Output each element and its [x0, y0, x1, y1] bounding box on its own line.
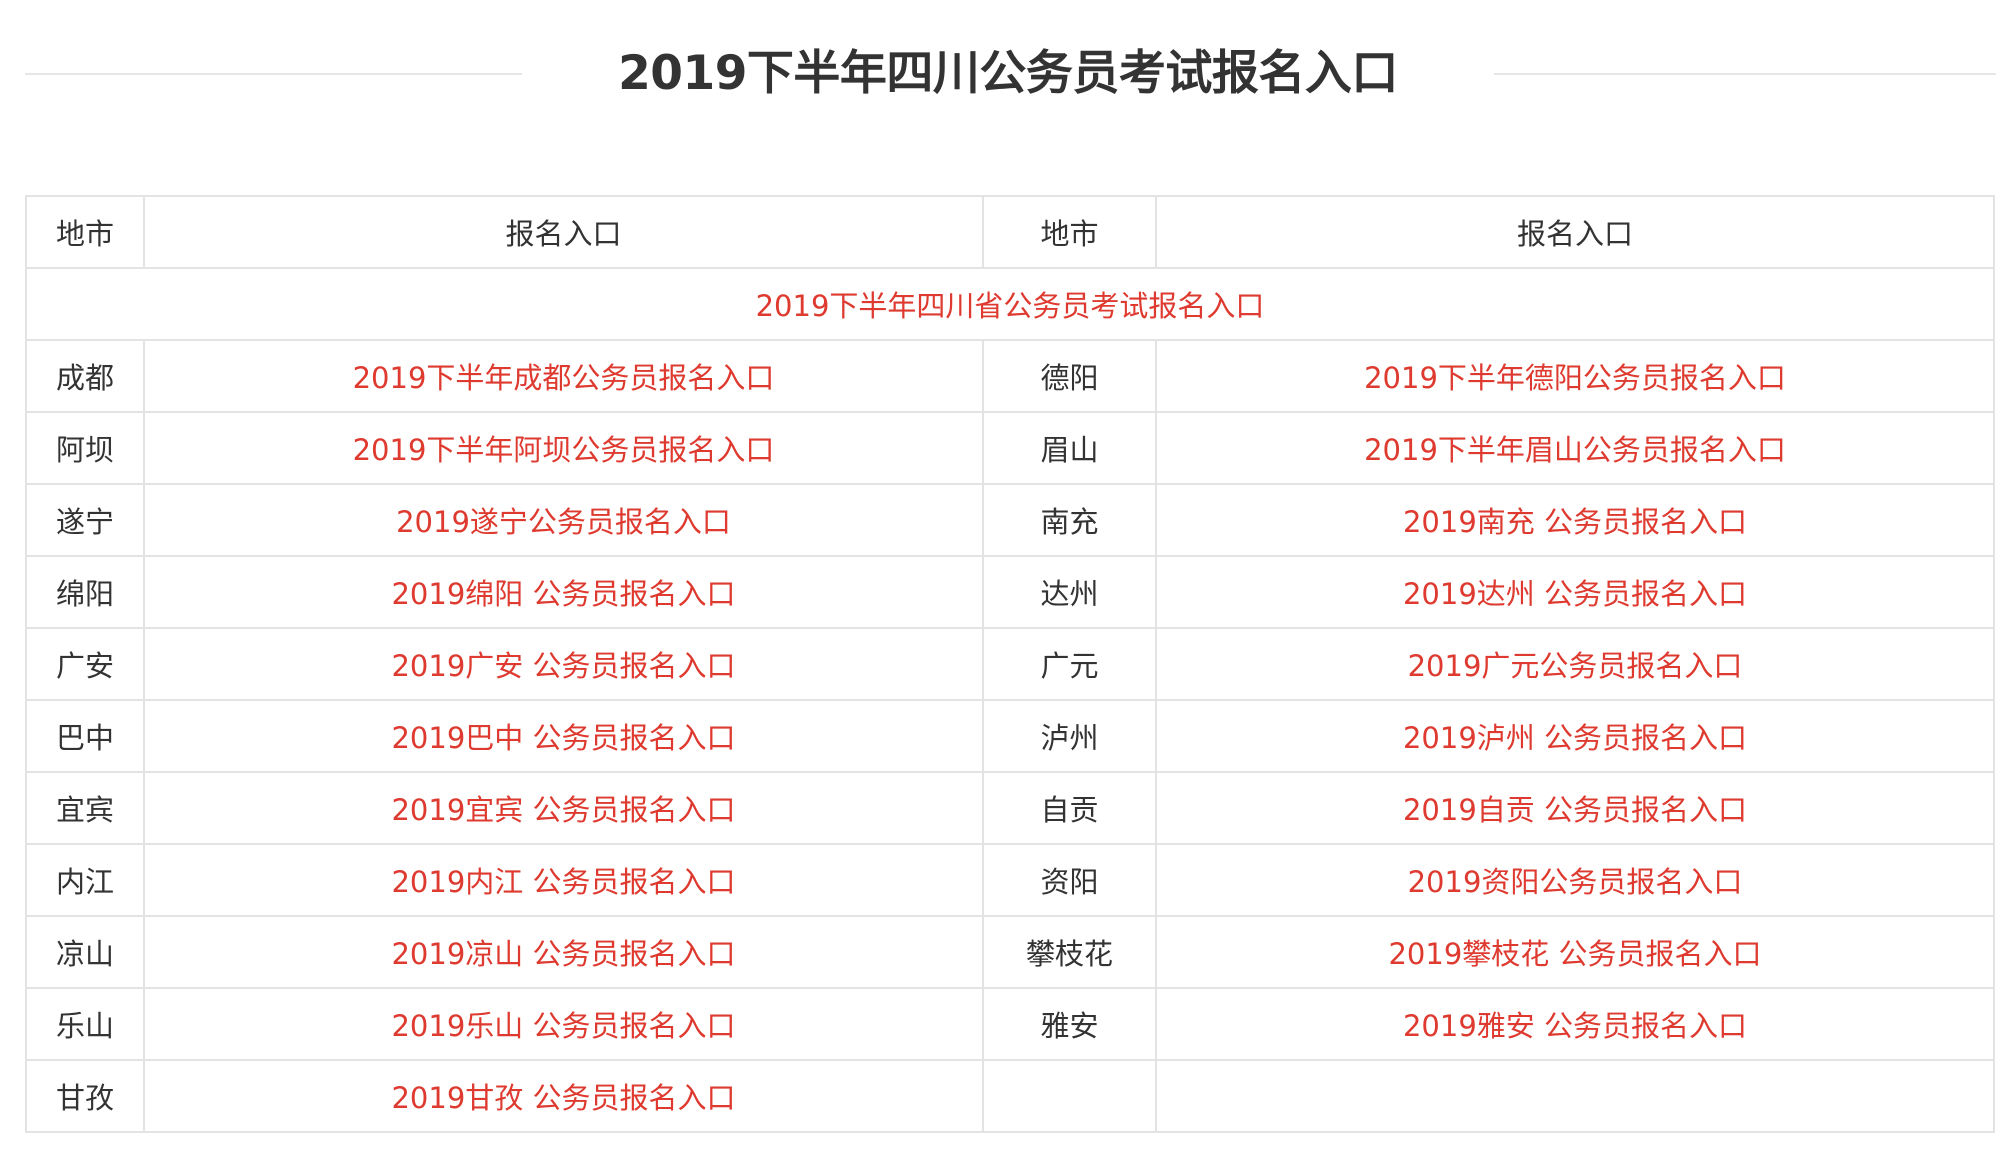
- entry-link[interactable]: 2019自贡 公务员报名入口: [1403, 793, 1747, 827]
- entry-cell: 2019自贡 公务员报名入口: [1155, 771, 1995, 845]
- city-cell: 绵阳: [25, 555, 145, 629]
- province-cell: 2019下半年四川省公务员考试报名入口: [25, 267, 1995, 341]
- entry-cell: 2019广安 公务员报名入口: [143, 627, 984, 701]
- table-row: 乐山 2019乐山 公务员报名入口 雅安 2019雅安 公务员报名入口: [25, 987, 1995, 1061]
- table-row: 巴中 2019巴中 公务员报名入口 泸州 2019泸州 公务员报名入口: [25, 699, 1995, 773]
- entry-link[interactable]: 2019下半年德阳公务员报名入口: [1364, 361, 1786, 395]
- header-entry: 报名入口: [1155, 195, 1995, 269]
- city-cell: 凉山: [25, 915, 145, 989]
- city-cell: 广元: [982, 627, 1157, 701]
- city-cell: 甘孜: [25, 1059, 145, 1133]
- city-cell: 自贡: [982, 771, 1157, 845]
- city-cell: 德阳: [982, 339, 1157, 413]
- city-cell: 遂宁: [25, 483, 145, 557]
- city-cell: 巴中: [25, 699, 145, 773]
- city-cell: 内江: [25, 843, 145, 917]
- table-row: 凉山 2019凉山 公务员报名入口 攀枝花 2019攀枝花 公务员报名入口: [25, 915, 1995, 989]
- entry-link[interactable]: 2019南充 公务员报名入口: [1403, 505, 1747, 539]
- entry-link[interactable]: 2019泸州 公务员报名入口: [1403, 721, 1747, 755]
- entry-cell: 2019凉山 公务员报名入口: [143, 915, 984, 989]
- table-row: 阿坝 2019下半年阿坝公务员报名入口 眉山 2019下半年眉山公务员报名入口: [25, 411, 1995, 485]
- entry-cell: 2019下半年阿坝公务员报名入口: [143, 411, 984, 485]
- entry-link[interactable]: 2019遂宁公务员报名入口: [396, 505, 731, 539]
- entry-cell: 2019遂宁公务员报名入口: [143, 483, 984, 557]
- title-divider-right: [1494, 73, 1996, 75]
- city-cell: 乐山: [25, 987, 145, 1061]
- entry-cell: 2019南充 公务员报名入口: [1155, 483, 1995, 557]
- title-divider-left: [25, 73, 522, 75]
- province-entry-link[interactable]: 2019下半年四川省公务员考试报名入口: [756, 289, 1265, 323]
- entry-link[interactable]: 2019乐山 公务员报名入口: [391, 1009, 735, 1043]
- entry-cell: 2019乐山 公务员报名入口: [143, 987, 984, 1061]
- entry-link[interactable]: 2019达州 公务员报名入口: [1403, 577, 1747, 611]
- city-cell: [982, 1059, 1157, 1133]
- entry-link[interactable]: 2019广安 公务员报名入口: [391, 649, 735, 683]
- table-row: 甘孜 2019甘孜 公务员报名入口: [25, 1059, 1995, 1133]
- table-row: 内江 2019内江 公务员报名入口 资阳 2019资阳公务员报名入口: [25, 843, 1995, 917]
- city-cell: 宜宾: [25, 771, 145, 845]
- city-cell: 眉山: [982, 411, 1157, 485]
- city-cell: 阿坝: [25, 411, 145, 485]
- province-row: 2019下半年四川省公务员考试报名入口: [25, 267, 1995, 341]
- entry-cell: 2019内江 公务员报名入口: [143, 843, 984, 917]
- entry-cell: 2019甘孜 公务员报名入口: [143, 1059, 984, 1133]
- entry-link[interactable]: 2019内江 公务员报名入口: [391, 865, 735, 899]
- city-cell: 泸州: [982, 699, 1157, 773]
- entry-cell: 2019资阳公务员报名入口: [1155, 843, 1995, 917]
- entry-link[interactable]: 2019巴中 公务员报名入口: [391, 721, 735, 755]
- entry-cell: 2019巴中 公务员报名入口: [143, 699, 984, 773]
- city-cell: 攀枝花: [982, 915, 1157, 989]
- entry-link[interactable]: 2019攀枝花 公务员报名入口: [1388, 937, 1761, 971]
- entry-link[interactable]: 2019下半年成都公务员报名入口: [353, 361, 775, 395]
- page-title: 2019下半年四川公务员考试报名入口: [618, 46, 1398, 101]
- entry-link[interactable]: 2019宜宾 公务员报名入口: [391, 793, 735, 827]
- entry-cell: 2019下半年成都公务员报名入口: [143, 339, 984, 413]
- entry-cell: 2019泸州 公务员报名入口: [1155, 699, 1995, 773]
- entry-cell: [1155, 1059, 1995, 1133]
- table-row: 宜宾 2019宜宾 公务员报名入口 自贡 2019自贡 公务员报名入口: [25, 771, 1995, 845]
- header-city: 地市: [982, 195, 1157, 269]
- entry-link[interactable]: 2019下半年眉山公务员报名入口: [1364, 433, 1786, 467]
- city-cell: 成都: [25, 339, 145, 413]
- entry-link[interactable]: 2019资阳公务员报名入口: [1408, 865, 1743, 899]
- table-row: 绵阳 2019绵阳 公务员报名入口 达州 2019达州 公务员报名入口: [25, 555, 1995, 629]
- entry-cell: 2019宜宾 公务员报名入口: [143, 771, 984, 845]
- entry-cell: 2019攀枝花 公务员报名入口: [1155, 915, 1995, 989]
- table-header-row: 地市 报名入口 地市 报名入口: [25, 195, 1995, 269]
- entry-cell: 2019雅安 公务员报名入口: [1155, 987, 1995, 1061]
- table-row: 成都 2019下半年成都公务员报名入口 德阳 2019下半年德阳公务员报名入口: [25, 339, 1995, 413]
- entry-link[interactable]: 2019绵阳 公务员报名入口: [391, 577, 735, 611]
- entry-link[interactable]: 2019凉山 公务员报名入口: [391, 937, 735, 971]
- city-cell: 资阳: [982, 843, 1157, 917]
- entry-cell: 2019绵阳 公务员报名入口: [143, 555, 984, 629]
- city-cell: 广安: [25, 627, 145, 701]
- city-cell: 达州: [982, 555, 1157, 629]
- city-cell: 雅安: [982, 987, 1157, 1061]
- entry-link[interactable]: 2019甘孜 公务员报名入口: [391, 1081, 735, 1115]
- table-row: 遂宁 2019遂宁公务员报名入口 南充 2019南充 公务员报名入口: [25, 483, 1995, 557]
- entry-cell: 2019下半年德阳公务员报名入口: [1155, 339, 1995, 413]
- page-header: 2019下半年四川公务员考试报名入口: [0, 34, 1996, 114]
- registration-table: 地市 报名入口 地市 报名入口 2019下半年四川省公务员考试报名入口 成都 20…: [25, 195, 1995, 1133]
- entry-link[interactable]: 2019下半年阿坝公务员报名入口: [353, 433, 775, 467]
- entry-link[interactable]: 2019广元公务员报名入口: [1408, 649, 1743, 683]
- table-row: 广安 2019广安 公务员报名入口 广元 2019广元公务员报名入口: [25, 627, 1995, 701]
- city-cell: 南充: [982, 483, 1157, 557]
- entry-cell: 2019达州 公务员报名入口: [1155, 555, 1995, 629]
- entry-cell: 2019广元公务员报名入口: [1155, 627, 1995, 701]
- entry-link[interactable]: 2019雅安 公务员报名入口: [1403, 1009, 1747, 1043]
- entry-cell: 2019下半年眉山公务员报名入口: [1155, 411, 1995, 485]
- header-city: 地市: [25, 195, 145, 269]
- header-entry: 报名入口: [143, 195, 984, 269]
